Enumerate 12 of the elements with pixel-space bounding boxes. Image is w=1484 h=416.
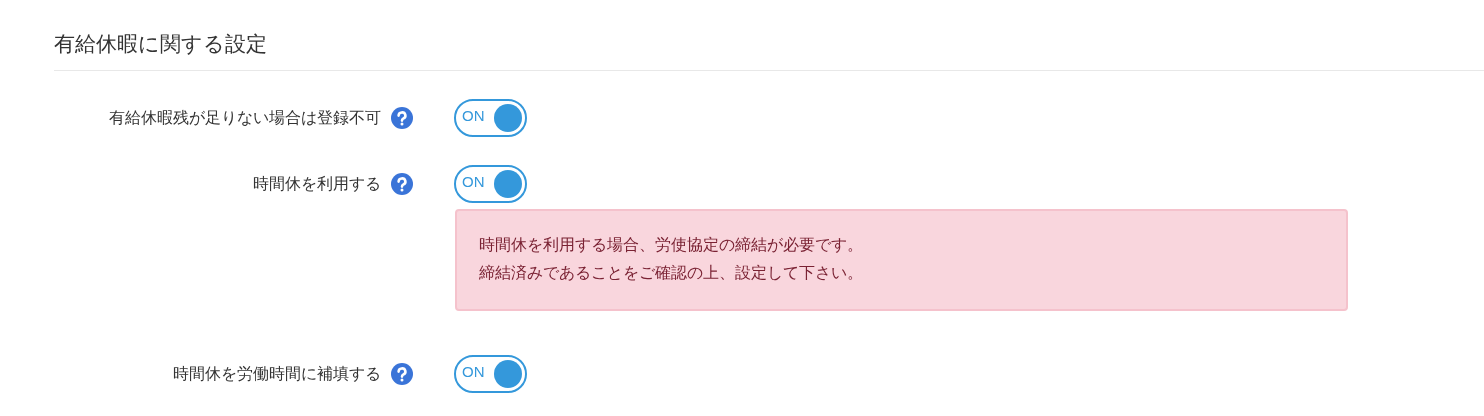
alert-text: 時間休を利用する場合、労使協定の締結が必要です。 (479, 235, 864, 256)
toggle-switch[interactable]: ON (454, 165, 527, 203)
help-icon[interactable] (391, 107, 413, 129)
toggle-switch[interactable]: ON (454, 99, 527, 137)
setting-label: 時間休を労働時間に補填する (172, 363, 381, 385)
section-title: 有給休暇に関する設定 (54, 31, 268, 58)
toggle-switch[interactable]: ON (454, 355, 527, 393)
help-icon[interactable] (391, 173, 413, 195)
setting-label: 有給休暇残が足りない場合は登録不可 (108, 107, 381, 129)
setting-label: 時間休を利用する (252, 173, 381, 195)
alert-text: 締結済みであることをご確認の上、設定して下さい。 (479, 263, 864, 284)
help-icon[interactable] (391, 363, 413, 385)
